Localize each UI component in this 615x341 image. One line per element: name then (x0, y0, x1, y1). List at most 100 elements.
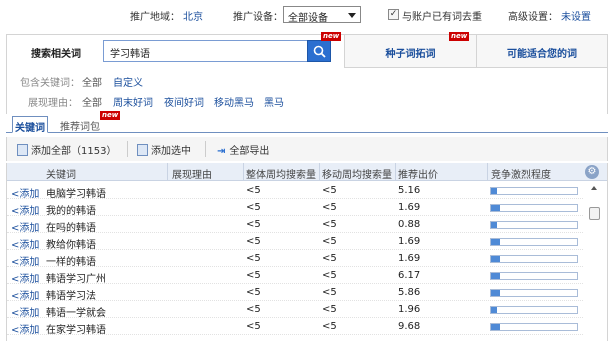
competition-bar (490, 306, 578, 314)
competition-bar-fill (491, 188, 497, 194)
mobile-volume-cell: <5 (322, 253, 337, 264)
competition-bar-fill (491, 256, 500, 262)
device-label: 推广设备： (233, 12, 283, 23)
reason-label: 展现理由： (28, 98, 78, 109)
competition-bar (490, 221, 578, 229)
tab-suitable-words[interactable]: 可能适合您的词 (477, 35, 607, 68)
toolbar-divider (127, 141, 128, 157)
competition-bar (490, 238, 578, 246)
add-keyword-link[interactable]: <添加 (11, 219, 39, 234)
add-keyword-link[interactable]: <添加 (11, 185, 39, 200)
dedupe-checkbox[interactable]: ✓ (388, 9, 399, 20)
header-keyword[interactable]: 关键词 (46, 166, 76, 181)
reason-option-all[interactable]: 全部 (82, 94, 102, 109)
total-volume-cell: <5 (246, 202, 261, 213)
total-volume-cell: <5 (246, 304, 261, 315)
table-row: <添加 我的的韩语 <5 <5 1.69 (7, 199, 583, 217)
tab-search-related-label: 搜索相关词 (31, 49, 81, 60)
scrollbar[interactable] (585, 181, 607, 341)
tab-seed-expand[interactable]: 种子词拓词 new (345, 32, 477, 68)
bid-cell: 0.88 (398, 219, 421, 230)
keyword-cell: 电脑学习韩语 (46, 189, 106, 200)
reason-option-night[interactable]: 夜间好词 (164, 94, 204, 109)
search-icon (313, 45, 326, 58)
settings-bar: 推广地域： 北京 推广设备： 全部设备 ✓ 与账户已有词去重 高级设置： 未设置 (0, 0, 615, 28)
total-volume-cell: <5 (246, 270, 261, 281)
add-doc-icon (17, 144, 28, 156)
header-competition[interactable]: 竞争激烈程度 (491, 166, 551, 181)
mobile-volume-cell: <5 (322, 202, 337, 213)
total-volume-cell: <5 (246, 236, 261, 247)
search-button[interactable] (307, 40, 331, 62)
mobile-volume-cell: <5 (322, 236, 337, 247)
keyword-table: 关键词 展现理由 整体周均搜索量 移动周均搜索量 推荐出价 竞争激烈程度 ⚙ <… (6, 163, 608, 341)
new-badge: new (100, 111, 121, 120)
competition-bar (490, 323, 578, 331)
region-value-link[interactable]: 北京 (183, 8, 203, 23)
bid-cell: 9.68 (398, 321, 421, 332)
keyword-cell: 教给你韩语 (46, 240, 96, 251)
add-keyword-link[interactable]: <添加 (11, 287, 39, 302)
header-total-volume[interactable]: 整体周均搜索量 (246, 166, 316, 181)
subtab-keywords[interactable]: 关键词 (12, 116, 48, 134)
header-divider (487, 163, 488, 181)
keyword-cell: 我的的韩语 (46, 206, 96, 217)
tab-search-related[interactable]: 搜索相关词 学习韩语 new (7, 32, 345, 68)
mobile-volume-cell: <5 (322, 287, 337, 298)
filter-panel: 包含关键词： 全部 自定义 展现理由： 全部 周末好词 夜间好词 移动黑马 黑马 (6, 68, 608, 114)
mobile-volume-cell: <5 (322, 270, 337, 281)
dedupe-label: 与账户已有词去重 (402, 12, 482, 23)
add-selected-label: 添加选中 (151, 146, 191, 157)
scroll-thumb[interactable] (589, 207, 600, 220)
total-volume-cell: <5 (246, 321, 261, 332)
header-mobile-volume[interactable]: 移动周均搜索量 (322, 166, 392, 181)
bid-cell: 1.96 (398, 304, 421, 315)
header-suggested-bid[interactable]: 推荐出价 (398, 166, 438, 181)
competition-bar-fill (491, 239, 500, 245)
competition-bar (490, 187, 578, 195)
table-row: <添加 一样的韩语 <5 <5 1.69 (7, 250, 583, 268)
toolbar: 添加全部（1153） 添加选中 ⇥ 全部导出 (6, 137, 608, 161)
keyword-cell: 一样的韩语 (46, 257, 96, 268)
export-all-label: 全部导出 (229, 146, 270, 157)
table-header: 关键词 展现理由 整体周均搜索量 移动周均搜索量 推荐出价 竞争激烈程度 ⚙ (7, 163, 607, 181)
include-option-custom[interactable]: 自定义 (113, 74, 143, 89)
mobile-volume-cell: <5 (322, 304, 337, 315)
header-divider (319, 163, 320, 181)
competition-bar-fill (491, 307, 497, 313)
keyword-cell: 在家学习韩语 (46, 325, 106, 336)
add-keyword-link[interactable]: <添加 (11, 236, 39, 251)
add-keyword-link[interactable]: <添加 (11, 253, 39, 268)
keyword-cell: 在吗的韩语 (46, 223, 96, 234)
advanced-label: 高级设置： (508, 12, 558, 23)
competition-bar-fill (491, 290, 500, 296)
include-label: 包含关键词： (20, 78, 80, 89)
export-icon: ⇥ (217, 146, 226, 157)
header-divider (395, 163, 396, 181)
table-row: <添加 在家学习韩语 <5 <5 9.68 (7, 318, 583, 336)
add-keyword-link[interactable]: <添加 (11, 202, 39, 217)
add-keyword-link[interactable]: <添加 (11, 321, 39, 336)
competition-bar-fill (491, 205, 500, 211)
device-select[interactable]: 全部设备 (283, 6, 361, 24)
subtab-recommended-packs[interactable]: 推荐词包 (60, 118, 100, 133)
add-selected-button[interactable]: 添加选中 (137, 142, 191, 157)
scroll-up-icon[interactable] (591, 186, 597, 190)
reason-option-mobile-darkhorse[interactable]: 移动黑马 (214, 94, 254, 109)
total-volume-cell: <5 (246, 287, 261, 298)
add-keyword-link[interactable]: <添加 (11, 270, 39, 285)
header-reason[interactable]: 展现理由 (172, 166, 212, 181)
bid-cell: 5.16 (398, 185, 421, 196)
export-all-button[interactable]: ⇥ 全部导出 (217, 142, 269, 157)
include-option-all[interactable]: 全部 (82, 74, 102, 89)
competition-bar (490, 289, 578, 297)
add-all-button[interactable]: 添加全部（1153） (17, 142, 116, 157)
header-divider (243, 163, 244, 181)
reason-option-darkhorse[interactable]: 黑马 (264, 94, 284, 109)
reason-option-weekend[interactable]: 周末好词 (113, 94, 153, 109)
advanced-value-link[interactable]: 未设置 (561, 8, 591, 23)
search-input[interactable]: 学习韩语 (103, 40, 331, 62)
gear-icon[interactable]: ⚙ (585, 165, 599, 179)
mobile-volume-cell: <5 (322, 185, 337, 196)
add-keyword-link[interactable]: <添加 (11, 304, 39, 319)
